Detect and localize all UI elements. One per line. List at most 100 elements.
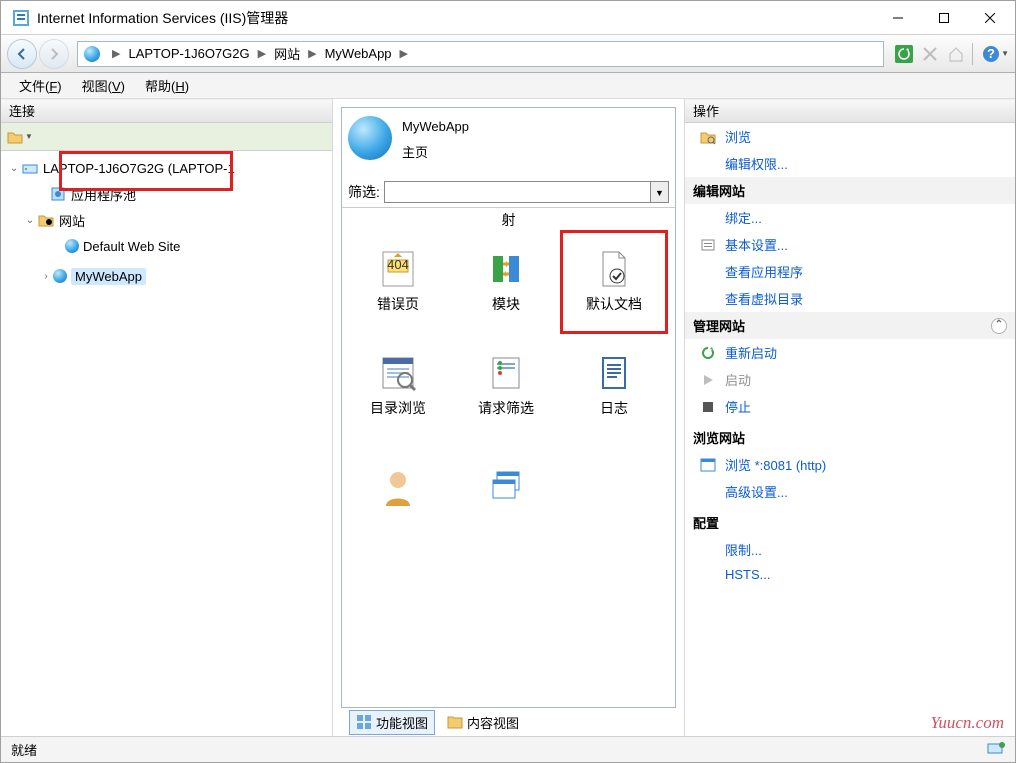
filter-icon — [487, 354, 525, 392]
menu-view[interactable]: 视图(V) — [72, 73, 135, 98]
chevron-right-icon: ▶ — [394, 47, 414, 60]
menu-file[interactable]: 文件(F) — [9, 73, 72, 98]
tab-features-view[interactable]: 功能视图 — [349, 710, 435, 735]
tree-default-site[interactable]: Default Web Site — [7, 233, 332, 259]
window-title: Internet Information Services (IIS)管理器 — [37, 8, 875, 28]
action-basic-settings[interactable]: 基本设置... — [685, 231, 1015, 258]
home-button[interactable] — [944, 42, 968, 66]
menu-help[interactable]: 帮助(H) — [135, 73, 199, 98]
tree-app-pools[interactable]: 应用程序池 — [7, 181, 332, 207]
globe-icon — [65, 239, 79, 253]
action-browse-port[interactable]: 浏览 *:8081 (http) — [685, 451, 1015, 478]
tree-label: Default Web Site — [83, 239, 180, 254]
clipped-row: 射 — [344, 208, 673, 230]
connections-panel: 连接 ▼ ⌄ LAPTOP-1J6O7G2G (LAPTOP-1 应用程序池 ⌄… — [1, 99, 333, 736]
directory-icon — [379, 354, 417, 392]
connections-toolbar: ▼ — [1, 123, 332, 151]
action-limits[interactable]: 限制... — [685, 536, 1015, 563]
modules-icon — [487, 250, 525, 288]
action-bindings[interactable]: 绑定... — [685, 204, 1015, 231]
refresh-button[interactable] — [892, 42, 916, 66]
action-restart[interactable]: 重新启动 — [685, 339, 1015, 366]
collapse-icon[interactable]: ⌃ — [991, 318, 1007, 334]
connections-header: 连接 — [1, 99, 332, 123]
feature-directory-browsing[interactable]: 目录浏览 — [344, 334, 452, 438]
folder-icon[interactable] — [7, 129, 23, 145]
feature-clipped-2[interactable] — [452, 438, 560, 542]
list-icon — [447, 714, 463, 730]
pool-icon — [49, 185, 67, 203]
view-tabs: 功能视图 内容视图 — [341, 708, 676, 736]
feature-request-filtering[interactable]: 请求筛选 — [452, 334, 560, 438]
breadcrumb[interactable]: ▶ LAPTOP-1J6O7G2G ▶ 网站 ▶ MyWebApp ▶ — [77, 41, 884, 67]
content-panel: MyWebApp 主页 筛选: ▼ 射 404 错误页 模块 — [333, 99, 685, 736]
filter-label: 筛选: — [348, 182, 380, 202]
svg-text:?: ? — [987, 46, 995, 61]
feature-clipped-1[interactable] — [344, 438, 452, 542]
action-advanced-settings[interactable]: 高级设置... — [685, 478, 1015, 505]
user-icon — [379, 468, 417, 506]
filter-input[interactable] — [384, 181, 651, 203]
action-explore[interactable]: 浏览 — [685, 123, 1015, 150]
action-stop[interactable]: 停止 — [685, 393, 1015, 420]
filter-dropdown[interactable]: ▼ — [651, 181, 669, 203]
title-app: MyWebApp — [402, 119, 469, 134]
tree-sites-node[interactable]: ⌄ 网站 — [7, 207, 332, 233]
section-browse-site: 浏览网站 — [685, 420, 1015, 451]
forward-button[interactable] — [39, 39, 69, 69]
action-start[interactable]: 启动 — [685, 366, 1015, 393]
workspace: 连接 ▼ ⌄ LAPTOP-1J6O7G2G (LAPTOP-1 应用程序池 ⌄… — [1, 99, 1015, 736]
feature-default-document[interactable]: 默认文档 — [560, 230, 668, 334]
feature-error-pages[interactable]: 404 错误页 — [344, 230, 452, 334]
chevron-right-icon: ▶ — [106, 47, 126, 60]
actions-header: 操作 — [685, 99, 1015, 123]
tree-label: 网站 — [59, 211, 85, 230]
maximize-button[interactable] — [921, 3, 967, 33]
action-edit-permissions[interactable]: 编辑权限... — [685, 150, 1015, 177]
settings-icon — [699, 236, 717, 254]
status-bar: 就绪 — [1, 736, 1015, 762]
back-button[interactable] — [7, 39, 37, 69]
tree-mywebapp[interactable]: › MyWebApp — [7, 259, 332, 293]
breadcrumb-sites[interactable]: 网站 — [272, 44, 302, 63]
tree-server-node[interactable]: ⌄ LAPTOP-1J6O7G2G (LAPTOP-1 — [7, 155, 332, 181]
grid-icon — [356, 714, 372, 730]
window-stack-icon — [487, 468, 525, 506]
collapse-icon[interactable]: ⌄ — [23, 215, 37, 226]
document-icon — [595, 250, 633, 288]
minimize-button[interactable] — [875, 3, 921, 33]
action-view-apps[interactable]: 查看应用程序 — [685, 258, 1015, 285]
actions-panel: 操作 浏览 编辑权限... 编辑网站 绑定... 基本设置... 查看应用程序 — [685, 99, 1015, 736]
breadcrumb-app[interactable]: MyWebApp — [323, 46, 394, 61]
feature-logging[interactable]: 日志 — [560, 334, 668, 438]
titlebar: Internet Information Services (IIS)管理器 — [1, 1, 1015, 35]
action-view-vdirs[interactable]: 查看虚拟目录 — [685, 285, 1015, 312]
status-ready: 就绪 — [11, 740, 37, 759]
feature-modules[interactable]: 模块 — [452, 230, 560, 334]
help-button[interactable]: ? — [979, 42, 1003, 66]
action-hsts[interactable]: HSTS... — [685, 563, 1015, 586]
tab-content-view[interactable]: 内容视图 — [441, 711, 525, 734]
chevron-right-icon: ▶ — [302, 47, 322, 60]
play-icon — [699, 371, 717, 389]
dropdown-icon[interactable]: ▼ — [1001, 49, 1009, 58]
expand-icon[interactable]: › — [39, 271, 53, 282]
browse-icon — [699, 456, 717, 474]
sites-icon — [37, 211, 55, 229]
title-home: 主页 — [402, 145, 428, 160]
log-icon — [595, 354, 633, 392]
menu-bar: 文件(F) 视图(V) 帮助(H) — [1, 73, 1015, 99]
stop-button[interactable] — [918, 42, 942, 66]
breadcrumb-host[interactable]: LAPTOP-1J6O7G2G — [126, 46, 251, 61]
globe-icon — [53, 269, 67, 283]
globe-icon — [84, 46, 100, 62]
tree-label: 应用程序池 — [71, 185, 136, 204]
close-button[interactable] — [967, 3, 1013, 33]
tree-label: MyWebApp — [71, 268, 146, 285]
globe-icon — [348, 116, 392, 160]
restart-icon — [699, 344, 717, 362]
collapse-icon[interactable]: ⌄ — [7, 163, 21, 174]
status-icon — [987, 741, 1005, 758]
filter-row: 筛选: ▼ — [342, 177, 675, 208]
dropdown-icon[interactable]: ▼ — [25, 132, 33, 141]
